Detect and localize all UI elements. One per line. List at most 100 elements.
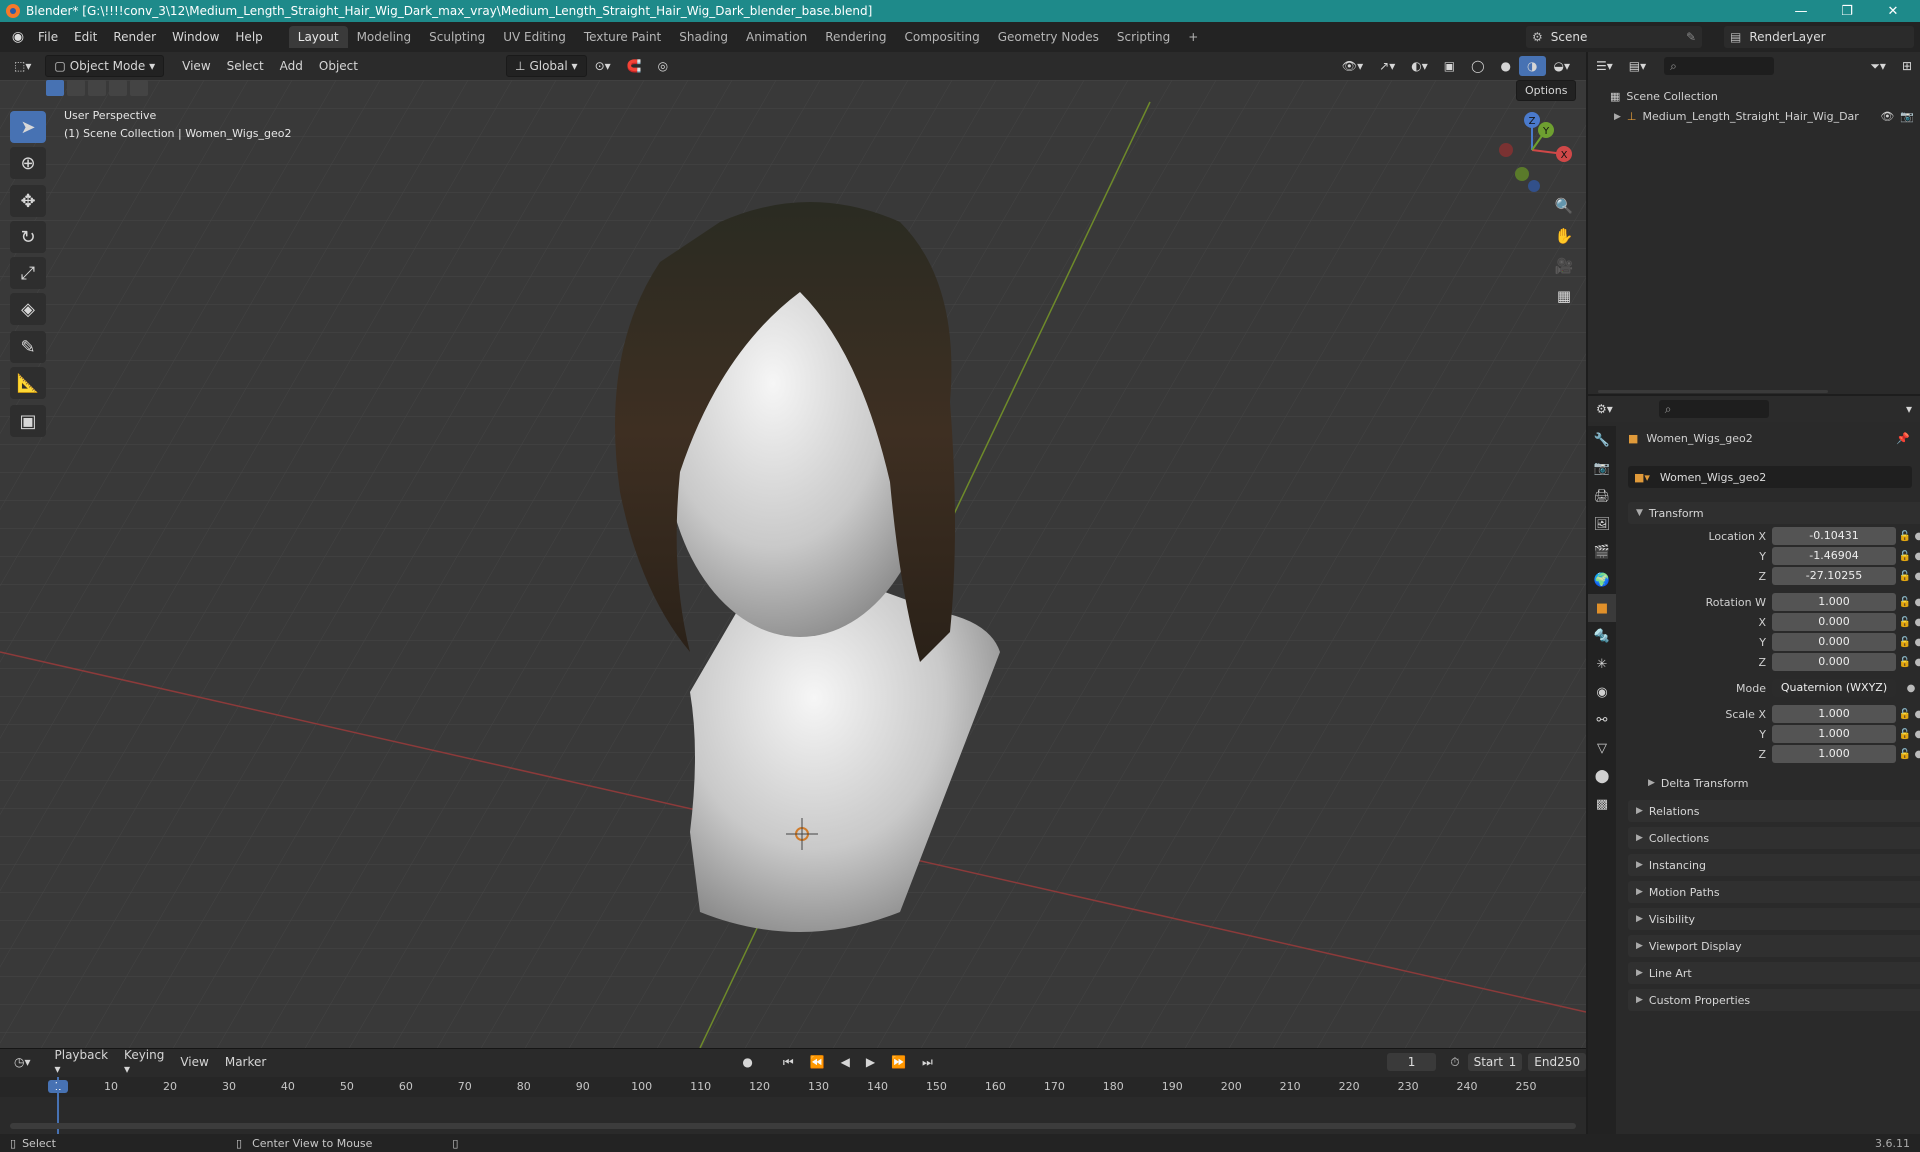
jump-end-icon[interactable]: ⏭ (914, 1052, 941, 1073)
viewport-display-panel-header[interactable]: ▶ Viewport Display (1628, 935, 1920, 957)
tab-texture-paint[interactable]: Texture Paint (575, 26, 670, 48)
transform-tool[interactable]: ◈ (10, 293, 46, 325)
prev-keyframe-icon[interactable]: ⏪ (802, 1052, 833, 1072)
scene-tab-icon[interactable]: 🎬 (1588, 538, 1616, 566)
transform-orientation-dropdown[interactable]: ⊥ Global ▾ (506, 55, 587, 77)
xray-icon[interactable]: ▣ (1436, 56, 1463, 76)
timeline-editor-icon[interactable]: ◷▾ (6, 1052, 39, 1072)
texture-tab-icon[interactable]: ▩ (1588, 790, 1616, 818)
lock-icon[interactable]: 🔓 ● (1896, 531, 1920, 542)
pivot-icon[interactable]: ⊙▾ (587, 56, 619, 76)
render-camera-icon[interactable]: 📷 (1900, 110, 1914, 123)
properties-search-input[interactable]: ⌕ (1658, 400, 1769, 418)
scene-selector[interactable]: ⚙ Scene ✎ (1526, 26, 1702, 48)
tab-animation[interactable]: Animation (737, 26, 816, 48)
play-reverse-icon[interactable]: ◀ (833, 1052, 858, 1072)
frame-ruler[interactable]: 1102030405060708090100110120130140150160… (0, 1077, 1586, 1097)
annotate-tool[interactable]: ✎ (10, 331, 46, 363)
close-button[interactable]: ✕ (1870, 0, 1916, 22)
select-invert-icon[interactable] (109, 80, 127, 96)
overlays-toggle-icon[interactable]: ◐▾ (1403, 56, 1436, 76)
location-y-field[interactable]: -1.46904 (1772, 547, 1896, 565)
tab-scripting[interactable]: Scripting (1108, 26, 1179, 48)
physics-tab-icon[interactable]: ◉ (1588, 678, 1616, 706)
tab-compositing[interactable]: Compositing (895, 26, 988, 48)
menu-add[interactable]: Add (272, 56, 311, 76)
line-art-panel-header[interactable]: ▶ Line Art (1628, 962, 1920, 984)
pan-hand-icon[interactable]: ✋ (1550, 222, 1578, 250)
render-tab-icon[interactable]: 📷 (1588, 454, 1616, 482)
jump-start-icon[interactable]: ⏮ (775, 1052, 802, 1073)
motion-paths-panel-header[interactable]: ▶ Motion Paths (1628, 881, 1920, 903)
playback-menu[interactable]: Playback ▾ (47, 1045, 117, 1079)
select-subtract-icon[interactable] (88, 80, 106, 96)
move-tool[interactable]: ✥ (10, 185, 46, 217)
start-frame-field[interactable]: Start 1 (1467, 1053, 1523, 1071)
world-tab-icon[interactable]: 🌍 (1588, 566, 1616, 594)
minimize-button[interactable]: — (1778, 0, 1824, 22)
menu-window[interactable]: Window (164, 30, 227, 44)
custom-properties-panel-header[interactable]: ▶ Custom Properties (1628, 989, 1920, 1011)
editor-type-icon[interactable]: ⬚▾ (6, 56, 39, 76)
relations-panel-header[interactable]: ▶ Relations (1628, 800, 1920, 822)
wireframe-shading-icon[interactable]: ◯ (1463, 56, 1492, 76)
tab-sculpting[interactable]: Sculpting (420, 26, 494, 48)
pin-icon[interactable]: ✎ (1686, 30, 1696, 44)
menu-edit[interactable]: Edit (66, 30, 105, 44)
object-mode-dropdown[interactable]: ▢ Object Mode ▾ (45, 55, 165, 77)
overlay-icon[interactable]: 👁▾ (1334, 56, 1371, 76)
lock-icon[interactable]: 🔓 ● (1896, 571, 1920, 582)
rotate-tool[interactable]: ↻ (10, 221, 46, 253)
scale-z-field[interactable]: 1.000 (1772, 745, 1896, 763)
stopwatch-icon[interactable]: ⏱ (1442, 1052, 1467, 1073)
record-icon[interactable]: ● (734, 1052, 760, 1072)
transform-panel-header[interactable]: ▼ Transform (1628, 502, 1920, 524)
scale-y-field[interactable]: 1.000 (1772, 725, 1896, 743)
view-layer-selector[interactable]: ▤ RenderLayer (1724, 26, 1914, 48)
scale-tool[interactable]: ⤢ (10, 257, 46, 289)
gizmo-toggle-icon[interactable]: ↗▾ (1371, 56, 1403, 76)
location-z-field[interactable]: -27.10255 (1772, 567, 1896, 585)
constraints-tab-icon[interactable]: ⚯ (1588, 706, 1616, 734)
rotation-w-field[interactable]: 1.000 (1772, 593, 1896, 611)
cursor-tool[interactable]: ⊕ (10, 147, 46, 179)
current-frame-field[interactable]: 1 (1386, 1053, 1437, 1071)
menu-render[interactable]: Render (105, 30, 164, 44)
output-tab-icon[interactable]: 🖨 (1588, 482, 1616, 510)
outliner-item-row[interactable]: ▶ ⊥ Medium_Length_Straight_Hair_Wig_Dar … (1614, 110, 1914, 123)
material-shading-icon[interactable]: ◑ (1519, 56, 1546, 76)
rotation-mode-dropdown[interactable]: Quaternion (WXYZ) (1772, 679, 1896, 697)
add-workspace-button[interactable]: + (1179, 26, 1207, 48)
add-cube-tool[interactable]: ▣ (10, 405, 46, 437)
camera-icon[interactable]: 🎥 (1550, 252, 1578, 280)
menu-file[interactable]: File (30, 30, 66, 44)
proportional-edit-icon[interactable]: ◎ (650, 56, 676, 76)
timeline-view-menu[interactable]: View (172, 1052, 216, 1072)
properties-options-icon[interactable]: ▾ (1898, 399, 1920, 419)
measure-tool[interactable]: 📐 (10, 367, 46, 399)
object-name-field[interactable]: ■▾ Women_Wigs_geo2 (1628, 466, 1912, 488)
menu-help[interactable]: Help (227, 30, 270, 44)
particles-tab-icon[interactable]: ✳ (1588, 650, 1616, 678)
visibility-panel-header[interactable]: ▶ Visibility (1628, 908, 1920, 930)
delta-transform-header[interactable]: ▶ Delta Transform (1640, 772, 1918, 794)
new-collection-icon[interactable]: ⊞ (1894, 56, 1920, 76)
data-tab-icon[interactable]: ▽ (1588, 734, 1616, 762)
scale-x-field[interactable]: 1.000 (1772, 705, 1896, 723)
play-icon[interactable]: ▶ (858, 1052, 883, 1072)
rotation-z-field[interactable]: 0.000 (1772, 653, 1896, 671)
next-keyframe-icon[interactable]: ⏩ (883, 1052, 914, 1072)
tab-shading[interactable]: Shading (670, 26, 737, 48)
rotation-x-field[interactable]: 0.000 (1772, 613, 1896, 631)
display-mode-icon[interactable]: ▤▾ (1621, 56, 1654, 76)
menu-view[interactable]: View (174, 56, 218, 76)
rotation-y-field[interactable]: 0.000 (1772, 633, 1896, 651)
navigation-gizmo[interactable]: Z Y X (1490, 108, 1574, 192)
material-tab-icon[interactable]: ⬤ (1588, 762, 1616, 790)
lock-icon[interactable]: 🔓 ● (1896, 597, 1920, 608)
maximize-button[interactable]: ❐ (1824, 0, 1870, 22)
location-x-field[interactable]: -0.10431 (1772, 527, 1896, 545)
menu-select[interactable]: Select (219, 56, 272, 76)
select-new-icon[interactable] (46, 80, 64, 96)
filter-icon[interactable]: ⏷▾ (1862, 56, 1894, 77)
